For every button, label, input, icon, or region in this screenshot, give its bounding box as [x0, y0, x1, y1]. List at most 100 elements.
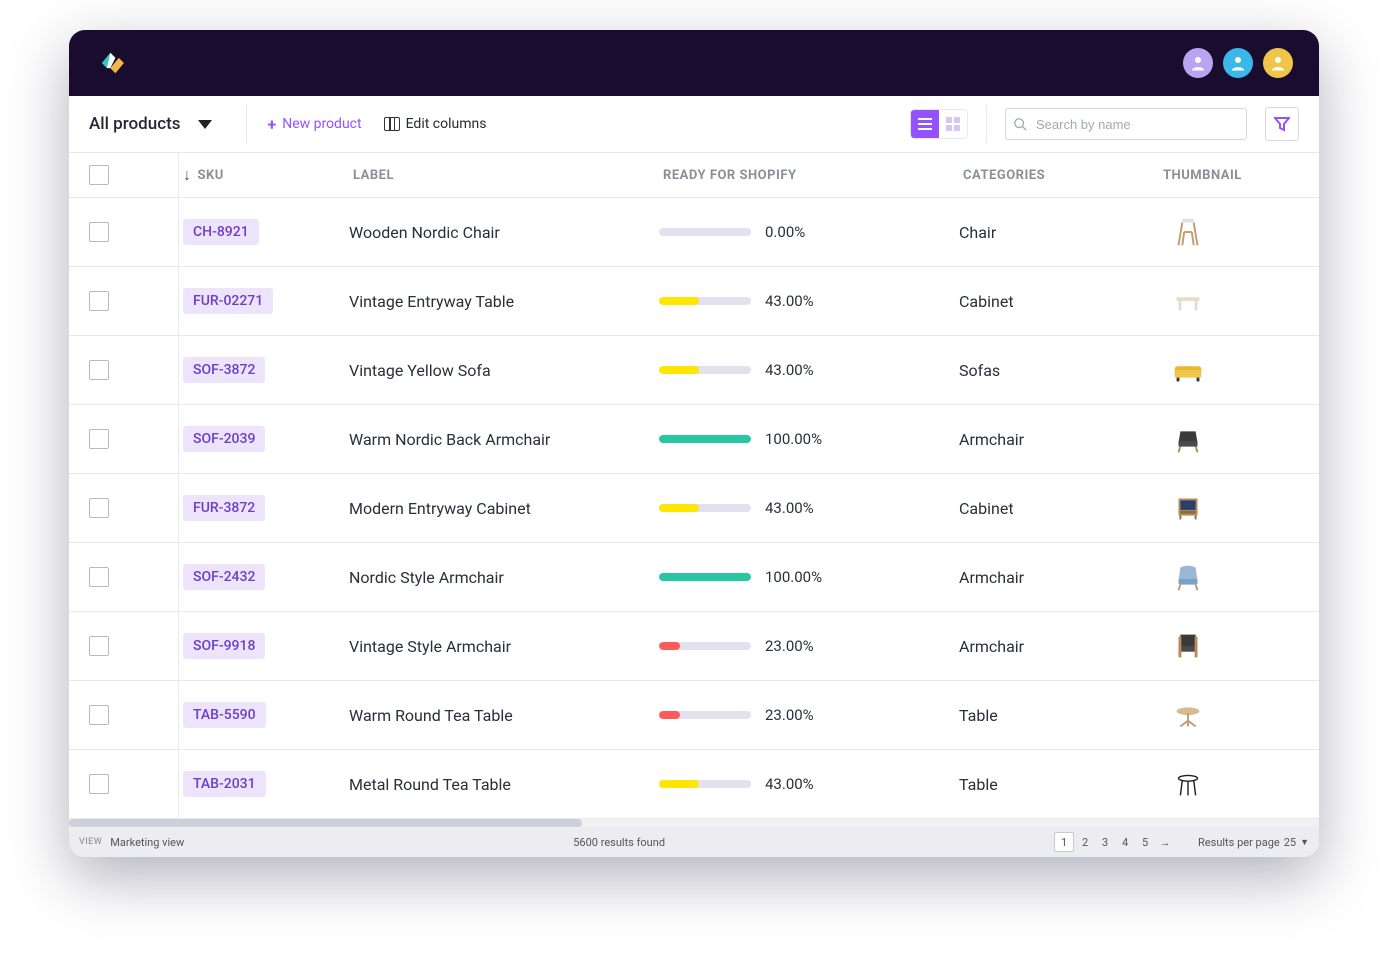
table-row[interactable]: SOF-3872Vintage Yellow Sofa43.00%Sofas: [69, 336, 1319, 405]
view-label: VIEW: [79, 837, 102, 847]
progress-percent: 23.00%: [765, 706, 814, 724]
row-checkbox[interactable]: [89, 774, 109, 794]
ready-cell: 100.00%: [659, 430, 959, 448]
column-sku[interactable]: ↓ SKU: [179, 165, 349, 185]
edit-columns-label: Edit columns: [406, 116, 487, 132]
toolbar-separator: [986, 105, 987, 143]
table-row[interactable]: TAB-2031Metal Round Tea Table43.00%Table: [69, 750, 1319, 819]
progress-bar: [659, 780, 751, 788]
list-view-button[interactable]: [911, 110, 939, 138]
row-checkbox[interactable]: [89, 636, 109, 656]
thumbnail: [1159, 558, 1319, 596]
products-table: ↓ SKU LABEL READY FOR SHOPIFY CATEGORIES…: [69, 153, 1319, 827]
product-label: Vintage Style Armchair: [349, 637, 659, 656]
chevron-down-icon: [198, 120, 212, 129]
row-checkbox[interactable]: [89, 429, 109, 449]
thumbnail: [1159, 696, 1319, 734]
page-4[interactable]: 4: [1116, 833, 1134, 851]
ready-cell: 43.00%: [659, 292, 959, 310]
thumbnail: [1159, 351, 1319, 389]
row-checkbox[interactable]: [89, 222, 109, 242]
category: Table: [959, 706, 1159, 725]
product-label: Warm Nordic Back Armchair: [349, 430, 659, 449]
new-product-button[interactable]: + New product: [265, 111, 363, 138]
ready-cell: 23.00%: [659, 706, 959, 724]
column-label[interactable]: LABEL: [349, 168, 659, 183]
row-checkbox[interactable]: [89, 360, 109, 380]
product-label: Nordic Style Armchair: [349, 568, 659, 587]
results-per-page[interactable]: Results per page 25 ▼: [1198, 836, 1309, 849]
ready-cell: 100.00%: [659, 568, 959, 586]
toolbar: All products + New product Edit columns: [69, 96, 1319, 153]
filter-button[interactable]: [1265, 107, 1299, 141]
edit-columns-button[interactable]: Edit columns: [382, 112, 489, 136]
product-label: Wooden Nordic Chair: [349, 223, 659, 242]
column-ready[interactable]: READY FOR SHOPIFY: [659, 168, 959, 183]
sku-badge: SOF-2432: [183, 564, 265, 590]
app-window: All products + New product Edit columns: [69, 30, 1319, 857]
sort-desc-icon: ↓: [183, 165, 192, 185]
row-checkbox[interactable]: [89, 291, 109, 311]
table-row[interactable]: FUR-3872Modern Entryway Cabinet43.00%Cab…: [69, 474, 1319, 543]
search-input[interactable]: [1005, 108, 1247, 140]
avatar[interactable]: [1183, 48, 1213, 78]
page-3[interactable]: 3: [1096, 833, 1114, 851]
row-checkbox-cell: [69, 774, 129, 794]
ready-cell: 0.00%: [659, 223, 959, 241]
category: Sofas: [959, 361, 1159, 380]
plus-icon: +: [267, 115, 276, 134]
ready-cell: 43.00%: [659, 361, 959, 379]
progress-percent: 43.00%: [765, 775, 814, 793]
next-page-button[interactable]: →: [1156, 833, 1174, 851]
table-row[interactable]: SOF-2432Nordic Style Armchair100.00%Armc…: [69, 543, 1319, 612]
avatar[interactable]: [1223, 48, 1253, 78]
thumbnail: [1159, 282, 1319, 320]
row-checkbox-cell: [69, 360, 129, 380]
avatar[interactable]: [1263, 48, 1293, 78]
select-all-checkbox[interactable]: [89, 165, 109, 185]
arrow-right-icon: →: [1160, 836, 1171, 849]
column-thumbnail[interactable]: THUMBNAIL: [1159, 168, 1319, 183]
table-row[interactable]: FUR-02271Vintage Entryway Table43.00%Cab…: [69, 267, 1319, 336]
search-wrap: [1005, 108, 1247, 140]
row-checkbox-cell: [69, 705, 129, 725]
column-categories[interactable]: CATEGORIES: [959, 168, 1159, 183]
table-header: ↓ SKU LABEL READY FOR SHOPIFY CATEGORIES…: [69, 153, 1319, 198]
grid-view-button[interactable]: [939, 110, 967, 138]
results-count: 5600 results found: [192, 836, 1046, 849]
row-checkbox[interactable]: [89, 498, 109, 518]
progress-bar: [659, 297, 751, 305]
thumbnail: [1159, 420, 1319, 458]
thumbnail: [1159, 627, 1319, 665]
page-2[interactable]: 2: [1076, 833, 1094, 851]
page-5[interactable]: 5: [1136, 833, 1154, 851]
search-icon: [1013, 117, 1027, 131]
footer: VIEW Marketing view 5600 results found 1…: [69, 827, 1319, 857]
row-checkbox[interactable]: [89, 567, 109, 587]
table-row[interactable]: CH-8921Wooden Nordic Chair0.00%Chair: [69, 198, 1319, 267]
ready-cell: 43.00%: [659, 775, 959, 793]
products-filter-label: All products: [89, 114, 180, 134]
user-icon: [1269, 54, 1287, 72]
row-checkbox[interactable]: [89, 705, 109, 725]
view-toggle: [910, 109, 968, 139]
new-product-label: New product: [282, 116, 361, 132]
row-checkbox-cell: [69, 291, 129, 311]
product-label: Vintage Yellow Sofa: [349, 361, 659, 380]
table-row[interactable]: SOF-9918Vintage Style Armchair23.00%Armc…: [69, 612, 1319, 681]
page-1[interactable]: 1: [1054, 832, 1074, 852]
horizontal-scrollbar[interactable]: [69, 819, 1319, 827]
sku-badge: FUR-02271: [183, 288, 273, 314]
table-row[interactable]: SOF-2039Warm Nordic Back Armchair100.00%…: [69, 405, 1319, 474]
row-checkbox-cell: [69, 222, 129, 242]
sku-badge: FUR-3872: [183, 495, 265, 521]
progress-bar: [659, 435, 751, 443]
row-checkbox-cell: [69, 498, 129, 518]
sku-badge: CH-8921: [183, 219, 259, 245]
category: Cabinet: [959, 292, 1159, 311]
view-name[interactable]: Marketing view: [110, 836, 184, 849]
category: Table: [959, 775, 1159, 794]
products-filter-dropdown[interactable]: All products: [89, 114, 228, 134]
progress-bar: [659, 366, 751, 374]
table-row[interactable]: TAB-5590Warm Round Tea Table23.00%Table: [69, 681, 1319, 750]
